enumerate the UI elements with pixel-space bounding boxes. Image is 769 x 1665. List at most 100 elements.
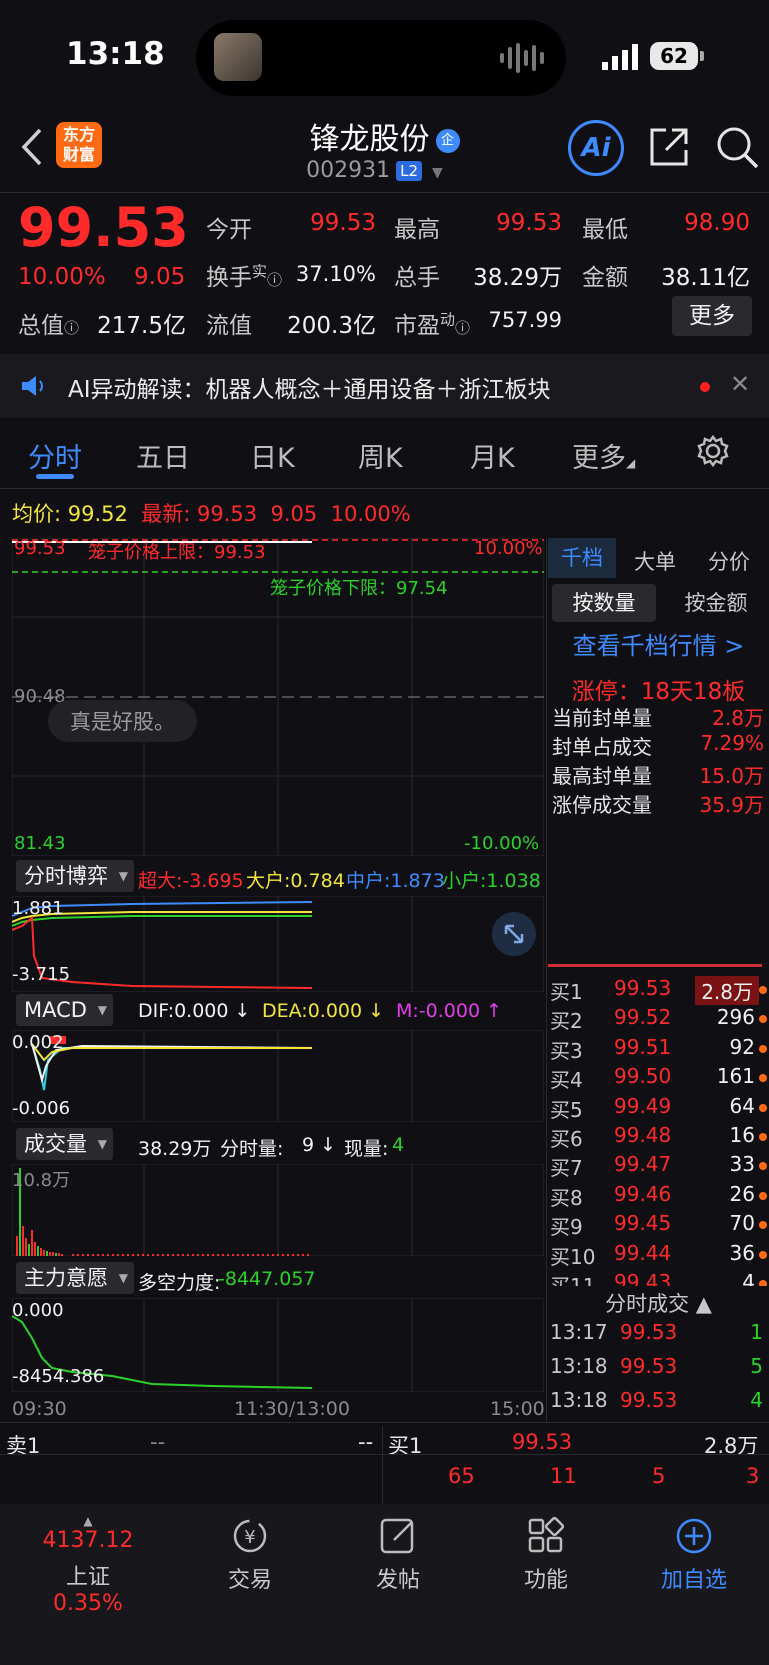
volume-bar [16, 1236, 18, 1256]
book-price: 99.45 [614, 1211, 672, 1236]
queue-order: 5 [652, 1464, 666, 1488]
view-levels-link[interactable]: 查看千档行情 > [548, 626, 769, 661]
nav-functions[interactable]: 功能 [486, 1516, 606, 1594]
by-amount-button[interactable]: 按金额 [664, 584, 768, 622]
seal-stat-row: 当前封单量 2.8万 [552, 702, 764, 731]
queue-order: 11 [550, 1464, 577, 1488]
volume-bar [43, 1250, 45, 1256]
gear-icon[interactable] [696, 434, 730, 468]
volume-bar [25, 1238, 27, 1256]
close-icon[interactable]: ✕ [730, 370, 750, 398]
nav-add-watchlist[interactable]: 加自选 [634, 1516, 754, 1594]
volume-bar [37, 1246, 39, 1256]
tab-thousand-levels[interactable]: 千档 [548, 538, 616, 578]
order-book-row[interactable]: 买6 99.48 16 [550, 1123, 769, 1152]
book-level-label: 买3 [550, 1038, 583, 1063]
dynamic-island[interactable] [196, 20, 566, 96]
macd-selector[interactable]: MACD [16, 994, 113, 1026]
divider [0, 1422, 769, 1423]
main-force-selector[interactable]: 主力意愿 [16, 1262, 134, 1294]
market-cap-value: 217.5亿 [97, 313, 186, 339]
volume-bar [122, 1254, 124, 1256]
tab-daily-k[interactable]: 日K [250, 436, 295, 475]
book-level-label: 买8 [550, 1185, 583, 1210]
volume-bar [92, 1254, 94, 1256]
order-book-row[interactable]: 买11 99.43 4 [550, 1270, 769, 1286]
capital-game-selector[interactable]: 分时博弈 [16, 860, 134, 892]
x-axis-end: 15:00 [490, 1398, 545, 1420]
order-book-row[interactable]: 买8 99.46 26 [550, 1182, 769, 1211]
book-price: 99.46 [614, 1181, 672, 1206]
order-dot-icon [759, 1015, 767, 1024]
sell1-volume: -- [358, 1430, 374, 1454]
sell1-label: 卖1 [6, 1434, 41, 1458]
order-book-row[interactable]: 买7 99.47 33 [550, 1152, 769, 1181]
pct-bot-label: -10.00% [464, 833, 540, 854]
search-icon[interactable] [714, 124, 760, 170]
share-icon[interactable] [646, 124, 692, 170]
volume-bar [162, 1254, 164, 1256]
tick-volume: 4 [750, 1388, 763, 1412]
unread-dot [700, 382, 710, 392]
limit-up-streak: 涨停：18天18板 [571, 679, 746, 705]
order-book-row[interactable]: 买5 99.49 64 [550, 1094, 769, 1123]
tab-five-day[interactable]: 五日 [136, 436, 190, 475]
seal-stat-label: 封单占成交 [552, 735, 652, 759]
tab-big-orders[interactable]: 大单 [634, 546, 676, 576]
tick-trades-header[interactable]: 分时成交 ▲ [548, 1288, 769, 1322]
x-axis-mid: 11:30/13:00 [234, 1398, 350, 1420]
tab-more[interactable]: 更多◢ [572, 436, 635, 475]
expand-icon[interactable] [492, 912, 536, 956]
book-volume: 2.8万 [695, 976, 759, 1005]
volume-bar [192, 1254, 194, 1256]
order-book-row[interactable]: 买4 99.50 161 [550, 1064, 769, 1093]
nav-trade[interactable]: ¥ 交易 [190, 1516, 310, 1594]
seal-stat-row: 最高封单量 15.0万 [552, 760, 764, 789]
small-value: 小户:1.038 [442, 870, 541, 892]
macd-dif: DIF:0.000 ↓ [138, 1000, 251, 1022]
order-book-row[interactable]: 买9 99.45 70 [550, 1211, 769, 1240]
volume-selector[interactable]: 成交量 [16, 1128, 113, 1160]
ai-insight-bar[interactable]: AI异动解读：机器人概念＋通用设备＋浙江板块 ✕ [0, 354, 769, 418]
volume-bar [137, 1254, 139, 1256]
order-book-row[interactable]: 买2 99.52 296 [550, 1005, 769, 1034]
volume-bar [72, 1254, 74, 1256]
tab-weekly-k[interactable]: 周K [358, 436, 403, 475]
volume-bar [102, 1254, 104, 1256]
volume-bar [61, 1254, 63, 1256]
tab-monthly-k[interactable]: 月K [470, 436, 515, 475]
order-book-row[interactable]: 买10 99.44 36 [550, 1241, 769, 1270]
nav-post[interactable]: 发帖 [338, 1516, 458, 1594]
float-cap-label: 流值 [206, 313, 252, 339]
current-price: 99.53 [18, 196, 189, 259]
change-percent: 10.00% [18, 264, 106, 290]
ai-button[interactable]: Ai [568, 120, 624, 176]
volume-bar [252, 1254, 254, 1256]
svg-text:¥: ¥ [244, 1527, 255, 1548]
order-book-row[interactable]: 买3 99.51 92 [550, 1035, 769, 1064]
pe-value: 757.99 [488, 308, 562, 332]
pct-top-label: 10.00% [474, 538, 543, 559]
tick-volume: 1 [750, 1320, 763, 1344]
book-divider [548, 964, 762, 967]
overlay-toast: 真是好股。 [48, 700, 197, 742]
book-price: 99.50 [614, 1064, 672, 1089]
macd-m: M:-0.000 ↑ [396, 1000, 503, 1022]
index-ticker[interactable]: ▲ 4137.12 上证 0.35% [28, 1514, 148, 1616]
tab-intraday[interactable]: 分时 [28, 436, 82, 475]
volume-bar [40, 1248, 42, 1256]
volume-total: 38.29万 [138, 1138, 212, 1160]
volume-bar [77, 1254, 79, 1256]
tab-price-dist[interactable]: 分价 [708, 546, 750, 576]
plus-circle-icon [676, 1518, 712, 1554]
book-volume: 296 [716, 1005, 755, 1030]
book-price: 99.44 [614, 1240, 672, 1265]
more-quote-button[interactable]: 更多 [672, 296, 752, 336]
book-level-label: 买5 [550, 1097, 583, 1122]
volume-bar [22, 1226, 24, 1256]
x-axis-start: 09:30 [12, 1398, 67, 1420]
by-quantity-button[interactable]: 按数量 [552, 584, 656, 622]
book-level-label: 买4 [550, 1068, 583, 1093]
order-book-row[interactable]: 买1 99.53 2.8万 [550, 976, 769, 1005]
large-value: 大户:0.784 [246, 870, 345, 892]
